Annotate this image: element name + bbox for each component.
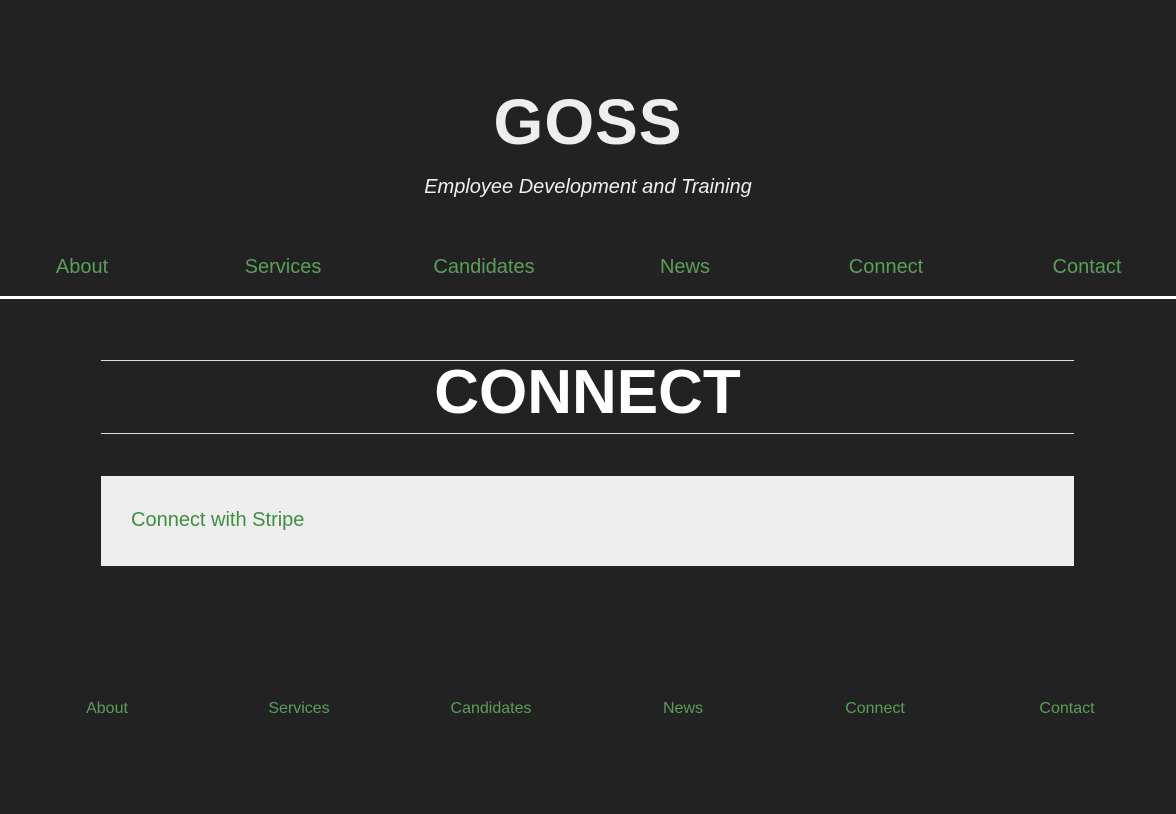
site-title[interactable]: GOSS	[0, 84, 1176, 160]
page-heading-box: CONNECT	[101, 360, 1074, 434]
footer-connect-link[interactable]: Connect	[779, 698, 971, 720]
footer-contact-link[interactable]: Contact	[971, 698, 1163, 720]
nav-services-link[interactable]: Services	[183, 254, 383, 280]
nav-contact-link[interactable]: Contact	[987, 254, 1176, 280]
footer-nav: About Services Candidates News Connect C…	[0, 698, 1176, 720]
site-tagline: Employee Development and Training	[424, 176, 752, 198]
page-heading: CONNECT	[434, 358, 741, 427]
footer-services-link[interactable]: Services	[203, 698, 395, 720]
nav-connect-link[interactable]: Connect	[786, 254, 986, 280]
nav-news-link[interactable]: News	[585, 254, 785, 280]
footer-candidates-link[interactable]: Candidates	[395, 698, 587, 720]
connect-card: Connect with Stripe	[101, 476, 1074, 566]
page: GOSS Employee Development and Training A…	[0, 0, 1176, 814]
connect-with-stripe-link[interactable]: Connect with Stripe	[131, 507, 304, 533]
nav-divider	[0, 296, 1176, 299]
nav-about-link[interactable]: About	[0, 254, 182, 280]
main-nav: About Services Candidates News Connect C…	[0, 254, 1176, 280]
nav-candidates-link[interactable]: Candidates	[384, 254, 584, 280]
footer-news-link[interactable]: News	[587, 698, 779, 720]
footer-about-link[interactable]: About	[11, 698, 203, 720]
